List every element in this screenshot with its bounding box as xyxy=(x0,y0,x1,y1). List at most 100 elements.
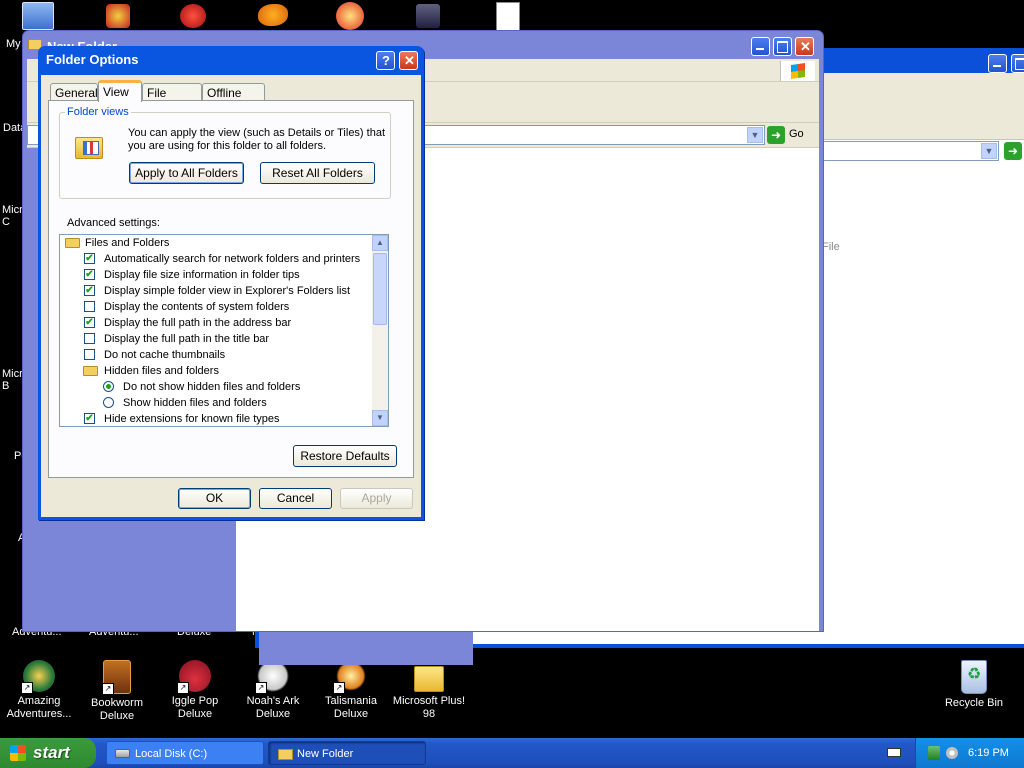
scroll-up-button[interactable]: ▲ xyxy=(372,235,388,251)
checkbox[interactable]: ✔ xyxy=(84,269,95,280)
list-item-label: Display the full path in the address bar xyxy=(104,317,292,329)
clock[interactable]: 6:19 PM xyxy=(968,738,1009,768)
desktop-icon-label: Talismania xyxy=(325,695,377,707)
checkbox[interactable]: ✔ xyxy=(84,413,95,424)
folder-options-dialog[interactable]: Folder Options ? ✕ General View File Typ… xyxy=(38,46,424,520)
fish-game-icon[interactable] xyxy=(258,4,288,26)
compass-game-icon: ↗ xyxy=(21,660,55,694)
description-text: you are using for this folder to all fol… xyxy=(128,140,327,152)
minimize-button[interactable] xyxy=(751,37,770,56)
recycle-bin-icon: ♻ xyxy=(961,660,987,694)
checkbox[interactable] xyxy=(84,349,95,360)
file-label: File xyxy=(822,241,840,253)
help-button[interactable]: ? xyxy=(376,51,395,70)
minimize-button[interactable] xyxy=(988,54,1007,73)
desktop-icon-amazing-adventures[interactable]: ↗ Amazing Adventures... xyxy=(0,660,78,721)
maximize-icon xyxy=(1015,58,1024,70)
advanced-settings-list[interactable]: Files and Folders ✔ Automatically search… xyxy=(59,234,389,427)
list-scrollbar[interactable]: ▲ ▼ xyxy=(372,235,388,426)
close-button[interactable]: ✕ xyxy=(399,51,418,70)
document-icon[interactable] xyxy=(496,2,520,32)
windows-flag-icon xyxy=(791,63,805,79)
reset-all-folders-button[interactable]: Reset All Folders xyxy=(260,162,375,184)
tab-file-types[interactable]: File Types xyxy=(142,83,202,118)
system-tray: 6:19 PM xyxy=(915,738,1024,768)
taskbar-item-label: Local Disk (C:) xyxy=(135,748,208,760)
tab-view[interactable]: View xyxy=(98,80,142,102)
go-arrow-icon[interactable]: ➜ xyxy=(1004,142,1022,160)
network-icon[interactable] xyxy=(928,746,940,760)
address-dropdown-button[interactable]: ▼ xyxy=(747,127,763,143)
radio-button-selected[interactable] xyxy=(103,381,114,392)
scroll-down-button[interactable]: ▼ xyxy=(372,410,388,426)
cancel-button[interactable]: Cancel xyxy=(259,488,332,509)
description-text: You can apply the view (such as Details … xyxy=(128,127,386,139)
close-icon: ✕ xyxy=(404,53,415,68)
game-icon[interactable] xyxy=(336,2,364,30)
checkbox[interactable]: ✔ xyxy=(84,317,95,328)
desktop-icon-label: 98 xyxy=(422,708,436,720)
game-icon[interactable] xyxy=(180,4,206,28)
desktop-icon-recycle-bin[interactable]: ♻ Recycle Bin xyxy=(935,660,1013,710)
checkbox[interactable] xyxy=(84,301,95,312)
speaker-icon[interactable] xyxy=(946,747,958,759)
folder-views-group: Folder views You can apply the view (suc… xyxy=(59,106,391,199)
checkbox[interactable] xyxy=(84,333,95,344)
list-item-label: Do not show hidden files and folders xyxy=(123,381,301,393)
desktop-icon-microsoft-plus[interactable]: Microsoft Plus! 98 xyxy=(390,660,468,721)
tab-offline-files[interactable]: Offline Files xyxy=(202,83,265,118)
bookworm-icon: ↗ xyxy=(102,660,131,695)
desktop-label-partial: My xyxy=(6,38,21,50)
taskbar-item-label: New Folder xyxy=(297,748,354,760)
desktop-icon-bookworm[interactable]: ↗ Bookworm Deluxe xyxy=(78,660,156,723)
desktop-icon-talismania[interactable]: ↗ Talismania Deluxe xyxy=(312,660,390,721)
go-arrow-icon: ➜ xyxy=(767,126,785,144)
minimize-icon xyxy=(756,48,764,50)
computer-icon[interactable] xyxy=(22,2,54,30)
start-button[interactable]: start xyxy=(0,738,96,768)
folder-views-legend: Folder views xyxy=(65,106,131,118)
close-icon: ✕ xyxy=(800,39,811,54)
shortcut-arrow-icon: ↗ xyxy=(255,682,267,694)
desktop-icon-label: Iggle Pop xyxy=(171,695,219,707)
list-item-label: Display simple folder view in Explorer's… xyxy=(104,285,351,297)
desktop-icon-label: Deluxe xyxy=(333,708,369,720)
checkbox[interactable]: ✔ xyxy=(84,285,95,296)
maximize-button[interactable] xyxy=(1011,54,1024,73)
maximize-button[interactable] xyxy=(773,37,792,56)
desktop-icon-label: Deluxe xyxy=(99,710,135,722)
desktop-icon-label: Noah's Ark xyxy=(246,695,300,707)
desktop-icon-label: Bookworm xyxy=(91,697,143,709)
address-dropdown-button[interactable]: ▼ xyxy=(981,143,997,159)
minimize-icon xyxy=(993,65,1001,67)
drive-icon xyxy=(115,749,130,758)
desktop-icon-noahs-ark[interactable]: ↗ Noah's Ark Deluxe xyxy=(234,660,312,721)
desktop-icon-iggle-pop[interactable]: ↗ Iggle Pop Deluxe xyxy=(156,660,234,721)
radio-button[interactable] xyxy=(103,397,114,408)
apply-to-all-folders-button[interactable]: Apply to All Folders xyxy=(129,162,244,184)
game-icon[interactable] xyxy=(416,4,440,28)
taskbar-item-local-disk[interactable]: Local Disk (C:) xyxy=(106,741,264,765)
folder-icon xyxy=(414,666,444,692)
taskbar-item-new-folder[interactable]: New Folder xyxy=(268,741,426,765)
maximize-icon xyxy=(777,41,788,53)
close-button[interactable]: ✕ xyxy=(795,37,814,56)
restore-defaults-button[interactable]: Restore Defaults xyxy=(293,445,397,467)
chevron-down-icon: ▼ xyxy=(376,413,384,422)
apply-button[interactable]: Apply xyxy=(340,488,413,509)
scroll-thumb[interactable] xyxy=(373,253,387,325)
game-icon[interactable] xyxy=(106,4,130,28)
list-item-label: Automatically search for network folders… xyxy=(104,253,361,265)
folder-icon xyxy=(65,238,80,248)
ok-button[interactable]: OK xyxy=(178,488,251,509)
chevron-up-icon: ▲ xyxy=(376,238,384,247)
folder-views-icon xyxy=(73,131,105,161)
list-item-label: Display the full path in the title bar xyxy=(104,333,270,345)
tab-general[interactable]: General xyxy=(50,83,98,101)
list-item-label: Do not cache thumbnails xyxy=(104,349,226,361)
advanced-settings-label: Advanced settings: xyxy=(67,217,160,229)
go-button[interactable]: ➜ Go xyxy=(767,126,809,144)
keyboard-icon[interactable] xyxy=(887,748,901,757)
list-item-label: Files and Folders xyxy=(85,237,170,249)
checkbox[interactable]: ✔ xyxy=(84,253,95,264)
